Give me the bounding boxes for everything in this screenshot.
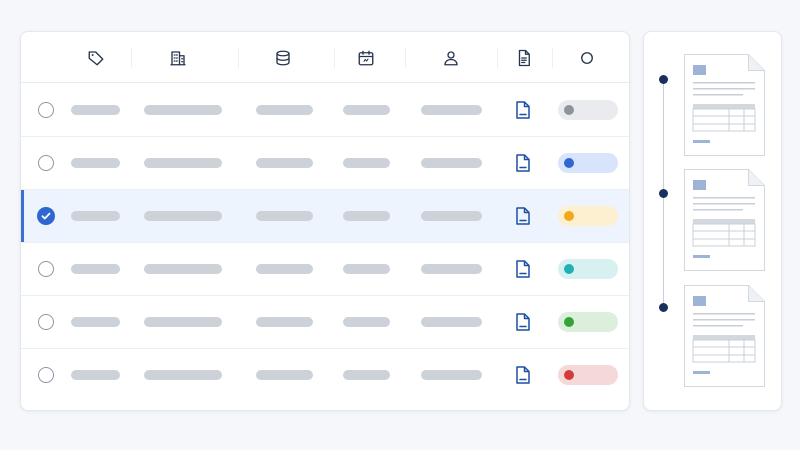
placeholder-text — [144, 211, 222, 221]
placeholder-text — [343, 158, 390, 168]
invoice-thumbnail[interactable] — [684, 54, 765, 156]
column-header-company[interactable] — [167, 32, 189, 83]
placeholder-text — [144, 264, 222, 274]
document-icon[interactable] — [516, 207, 530, 225]
status-pill-gray[interactable] — [558, 100, 618, 120]
status-pill-blue[interactable] — [558, 153, 618, 173]
row-select-radio-checked[interactable] — [37, 207, 55, 225]
status-dot — [564, 264, 574, 274]
placeholder-text — [256, 211, 313, 221]
selected-row-indicator — [21, 190, 24, 242]
placeholder-text — [256, 158, 313, 168]
document-icon[interactable] — [516, 154, 530, 172]
invoice-thumbnail[interactable] — [684, 169, 765, 271]
placeholder-text — [71, 105, 120, 115]
placeholder-text — [421, 317, 482, 327]
invoice-thumbnail-icon — [684, 169, 765, 271]
placeholder-text — [256, 105, 313, 115]
status-pill-yellow[interactable] — [558, 206, 618, 226]
row-select-radio[interactable] — [38, 367, 54, 383]
placeholder-text — [343, 317, 390, 327]
placeholder-text — [343, 370, 390, 380]
column-header-date[interactable] — [355, 32, 377, 83]
document-timeline-panel — [643, 31, 782, 411]
status-pill-teal[interactable] — [558, 259, 618, 279]
document-icon[interactable] — [516, 366, 530, 384]
placeholder-text — [343, 264, 390, 274]
timeline-dot — [659, 189, 668, 198]
calendar-icon — [358, 50, 374, 65]
document-icon — [518, 49, 530, 66]
status-dot — [564, 158, 574, 168]
column-header-owner[interactable] — [440, 32, 462, 83]
timeline-dot — [659, 75, 668, 84]
status-circle-icon — [581, 51, 593, 64]
status-pill-green[interactable] — [558, 312, 618, 332]
database-icon — [276, 50, 290, 65]
placeholder-text — [421, 370, 482, 380]
status-dot — [564, 370, 574, 380]
row-select-radio[interactable] — [38, 155, 54, 171]
placeholder-text — [256, 264, 313, 274]
placeholder-text — [343, 105, 390, 115]
column-header-status[interactable] — [576, 32, 598, 83]
placeholder-text — [144, 105, 222, 115]
placeholder-text — [71, 317, 120, 327]
row-select-radio[interactable] — [38, 261, 54, 277]
table-header — [21, 32, 629, 83]
invoice-thumbnail-icon — [684, 285, 765, 387]
row-select-radio[interactable] — [38, 314, 54, 330]
invoice-thumbnail[interactable] — [684, 285, 765, 387]
table-row[interactable] — [21, 243, 629, 296]
placeholder-text — [144, 370, 222, 380]
user-icon — [444, 50, 458, 65]
column-header-amount[interactable] — [272, 32, 294, 83]
placeholder-text — [256, 370, 313, 380]
placeholder-text — [421, 264, 482, 274]
table-row[interactable] — [21, 296, 629, 349]
table-row[interactable] — [21, 349, 629, 402]
records-table — [20, 31, 630, 411]
building-icon — [170, 50, 186, 65]
placeholder-text — [144, 317, 222, 327]
column-header-tag[interactable] — [85, 32, 107, 83]
document-icon[interactable] — [516, 101, 530, 119]
column-header-document[interactable] — [513, 32, 535, 83]
placeholder-text — [71, 211, 120, 221]
row-select-radio[interactable] — [38, 102, 54, 118]
status-dot — [564, 211, 574, 221]
timeline-dot — [659, 303, 668, 312]
status-dot — [564, 317, 574, 327]
placeholder-text — [421, 158, 482, 168]
placeholder-text — [71, 264, 120, 274]
placeholder-text — [421, 105, 482, 115]
placeholder-text — [421, 211, 482, 221]
document-icon[interactable] — [516, 260, 530, 278]
placeholder-text — [343, 211, 390, 221]
invoice-thumbnail-icon — [684, 54, 765, 156]
placeholder-text — [71, 370, 120, 380]
document-icon[interactable] — [516, 313, 530, 331]
status-pill-red[interactable] — [558, 365, 618, 385]
checkmark-icon — [41, 212, 51, 220]
placeholder-text — [71, 158, 120, 168]
tag-icon — [88, 50, 104, 65]
table-row[interactable] — [21, 84, 629, 137]
table-row[interactable] — [21, 137, 629, 190]
status-dot — [564, 105, 574, 115]
placeholder-text — [256, 317, 313, 327]
table-row-selected[interactable] — [21, 190, 629, 243]
placeholder-text — [144, 158, 222, 168]
